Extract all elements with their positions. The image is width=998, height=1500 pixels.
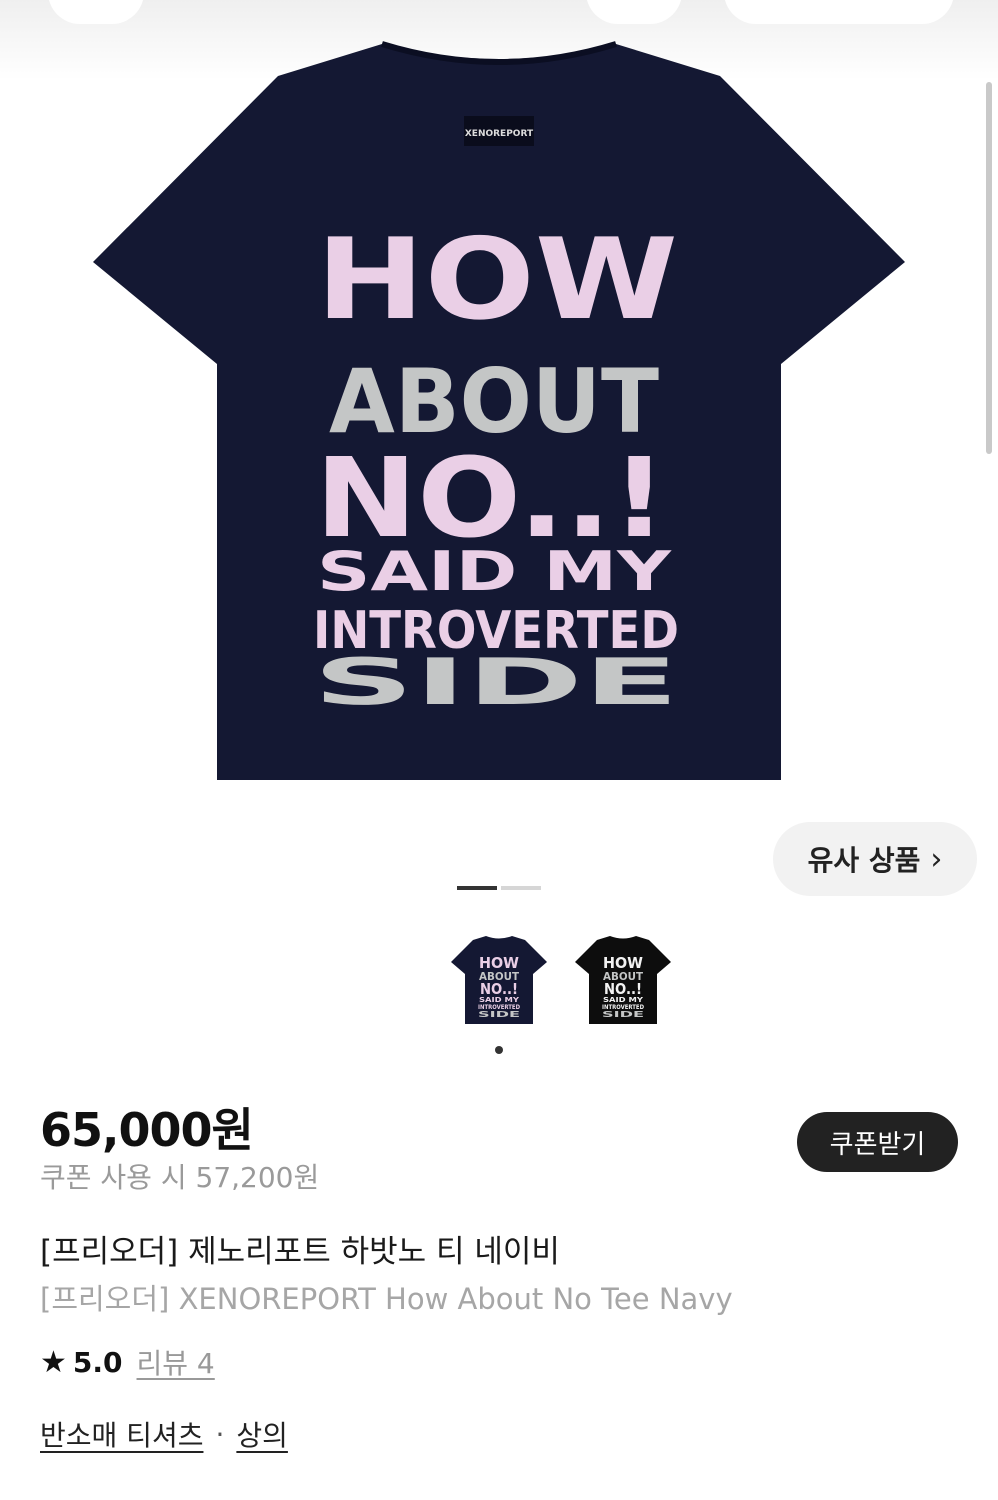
svg-text:SAID MY: SAID MY (603, 996, 644, 1004)
svg-text:SIDE: SIDE (602, 1010, 644, 1019)
scrollbar[interactable] (986, 82, 992, 454)
similar-products-label: 유사 상품 (807, 844, 921, 877)
category-link-primary[interactable]: 반소매 티셔츠 (40, 1414, 203, 1454)
coupon-price-text: 쿠폰 사용 시 57,200원 (40, 1161, 320, 1194)
print-line-6: SIDE (313, 646, 679, 720)
thumbnail-indicator-dot (495, 1046, 503, 1054)
product-title-korean: [프리오더] 제노리포트 하밧노 티 네이비 (40, 1234, 560, 1270)
star-icon: ★ (40, 1344, 67, 1380)
chevron-right-icon: › (930, 841, 943, 877)
thumbnail-navy[interactable]: HOW ABOUT NO..! SAID MY INTROVERTED SIDE (449, 932, 549, 1028)
image-pager (457, 886, 541, 890)
thumbnail-black[interactable]: HOW ABOUT NO..! SAID MY INTROVERTED SIDE (573, 932, 673, 1028)
svg-text:SAID MY: SAID MY (479, 996, 520, 1004)
category-breadcrumb: 반소매 티셔츠 · 상의 (40, 1414, 288, 1454)
product-main-image[interactable]: XENOREPORT HOW ABOUT NO..! SAID MY INTRO… (0, 40, 998, 810)
category-separator: · (215, 1417, 225, 1451)
rating-value: 5.0 (72, 1345, 123, 1379)
similar-products-button[interactable]: 유사 상품 › (773, 822, 977, 896)
category-link-secondary[interactable]: 상의 (236, 1414, 288, 1454)
print-line-1: HOW (316, 215, 678, 345)
header-action-button[interactable] (724, 0, 954, 24)
product-price: 65,000원 (40, 1103, 254, 1157)
get-coupon-button[interactable]: 쿠폰받기 (797, 1112, 958, 1172)
print-line-4: SAID MY (317, 540, 672, 603)
product-title-english: [프리오더] XENOREPORT How About No Tee Navy (40, 1282, 733, 1316)
collar-label-text: XENOREPORT (465, 129, 534, 139)
review-link[interactable]: 리뷰 4 (137, 1342, 215, 1382)
svg-text:SIDE: SIDE (478, 1010, 520, 1019)
pager-segment-inactive (501, 886, 541, 890)
pager-segment-active (457, 886, 497, 890)
rating-row: ★ 5.0 리뷰 4 (40, 1342, 215, 1382)
